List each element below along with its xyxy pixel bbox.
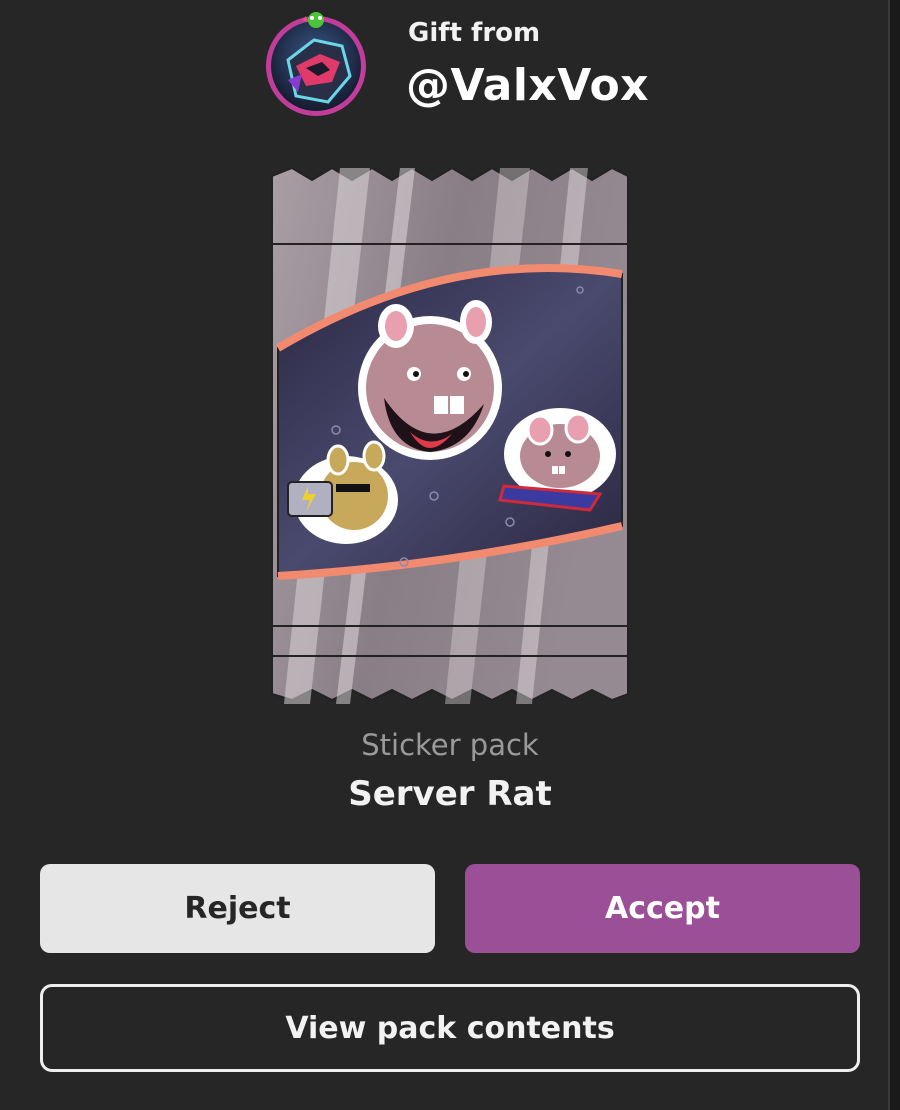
scrollbar-track (888, 0, 890, 1110)
view-pack-contents-button[interactable]: View pack contents (40, 984, 860, 1072)
scrollbar[interactable] (888, 0, 900, 1110)
big-rat-sticker-icon (358, 300, 502, 460)
pack-type-label: Sticker pack (361, 728, 539, 762)
sender-username[interactable]: @ValxVox (406, 60, 649, 111)
sender-avatar[interactable] (262, 10, 370, 118)
pack-name: Server Rat (348, 774, 552, 814)
reject-button[interactable]: Reject (40, 864, 435, 953)
sticker-pack-image (271, 166, 629, 704)
gift-from-label: Gift from (408, 18, 541, 48)
frog-badge-icon (308, 12, 324, 28)
gift-header: Gift from @ValxVox (262, 4, 682, 124)
accept-button[interactable]: Accept (465, 864, 860, 953)
